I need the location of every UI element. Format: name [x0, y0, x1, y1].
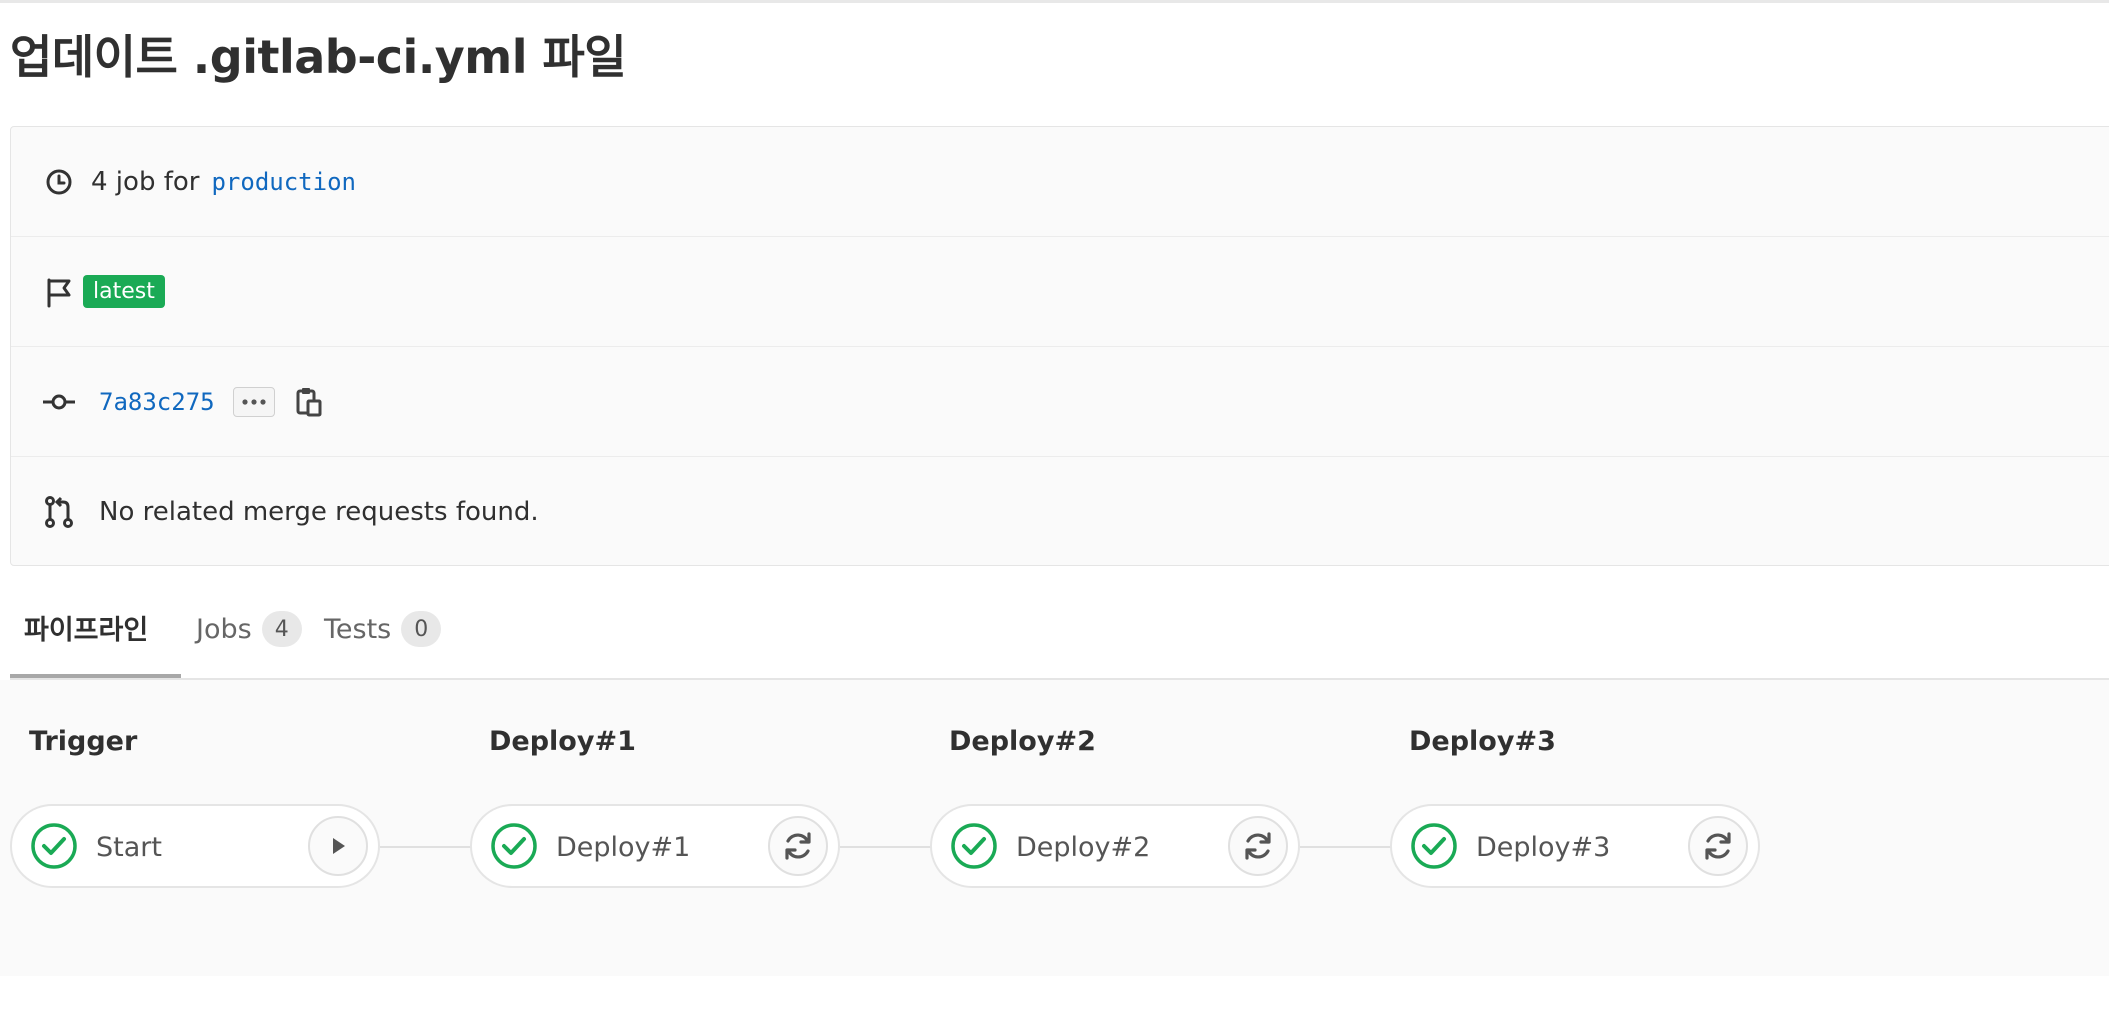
stage-connector: [380, 846, 472, 848]
retry-icon: [1245, 832, 1271, 860]
tab-tests[interactable]: Tests 0: [324, 580, 442, 678]
success-status-icon: [951, 823, 997, 869]
page-title: 업데이트 .gitlab-ci.yml 파일: [10, 30, 627, 84]
success-status-icon: [491, 823, 537, 869]
job-deploy-2[interactable]: Deploy#2: [930, 804, 1300, 888]
top-border: [0, 0, 2109, 3]
ellipsis-icon: [241, 398, 266, 405]
pipeline-graph: Trigger Deploy#1 Deploy#2 Deploy#3 Start…: [0, 680, 2109, 976]
commit-sha-link[interactable]: 7a83c275: [99, 388, 215, 416]
job-name: Deploy#2: [1016, 832, 1151, 863]
tags-row: latest: [11, 237, 2109, 347]
stage-connector: [1300, 846, 1392, 848]
merge-request-row: No related merge requests found.: [11, 457, 2109, 567]
job-name: Deploy#3: [1476, 832, 1611, 863]
play-job-button[interactable]: [308, 816, 368, 876]
stage-title-deploy-2: Deploy#2: [949, 726, 1096, 757]
expand-commit-message-button[interactable]: [232, 386, 275, 417]
commit-row: 7a83c275: [11, 347, 2109, 457]
retry-job-button[interactable]: [1228, 816, 1288, 876]
job-name: Deploy#1: [556, 832, 691, 863]
job-name: Start: [96, 832, 162, 863]
jobs-row: 4 job for production: [11, 127, 2109, 237]
tab-tests-label: Tests: [324, 613, 392, 645]
tab-pipeline-label: 파이프라인: [24, 614, 149, 646]
latest-badge: latest: [83, 275, 165, 308]
tab-jobs-label: Jobs: [196, 613, 252, 645]
retry-icon: [1705, 832, 1731, 860]
job-start[interactable]: Start: [10, 804, 380, 888]
stage-connector: [840, 846, 932, 848]
job-deploy-1[interactable]: Deploy#1: [470, 804, 840, 888]
success-status-icon: [1411, 823, 1457, 869]
clock-icon: [41, 164, 77, 200]
retry-job-button[interactable]: [1688, 816, 1748, 876]
clipboard-icon: [296, 387, 322, 416]
tab-jobs[interactable]: Jobs 4: [196, 580, 302, 678]
tests-count-badge: 0: [401, 611, 442, 647]
retry-icon: [785, 832, 811, 860]
flag-icon: [41, 274, 77, 310]
pipeline-info-panel: 4 job for production latest 7a83c275 No …: [10, 126, 2109, 566]
pipeline-tabs: 파이프라인 Jobs 4 Tests 0: [10, 580, 2109, 680]
jobs-count-badge: 4: [261, 611, 302, 647]
copy-commit-sha-button[interactable]: [293, 384, 325, 420]
retry-job-button[interactable]: [768, 816, 828, 876]
job-deploy-3[interactable]: Deploy#3: [1390, 804, 1760, 888]
merge-request-icon: [41, 494, 77, 530]
stage-title-deploy-1: Deploy#1: [489, 726, 636, 757]
stage-title-trigger: Trigger: [29, 726, 138, 757]
branch-link[interactable]: production: [211, 168, 356, 196]
tab-pipeline[interactable]: 파이프라인: [10, 580, 181, 678]
commit-icon: [41, 384, 77, 420]
success-status-icon: [31, 823, 77, 869]
stage-title-deploy-3: Deploy#3: [1409, 726, 1556, 757]
play-icon: [333, 838, 345, 854]
merge-request-status-text: No related merge requests found.: [99, 497, 539, 527]
jobs-count-text: 4 job for: [91, 166, 200, 197]
